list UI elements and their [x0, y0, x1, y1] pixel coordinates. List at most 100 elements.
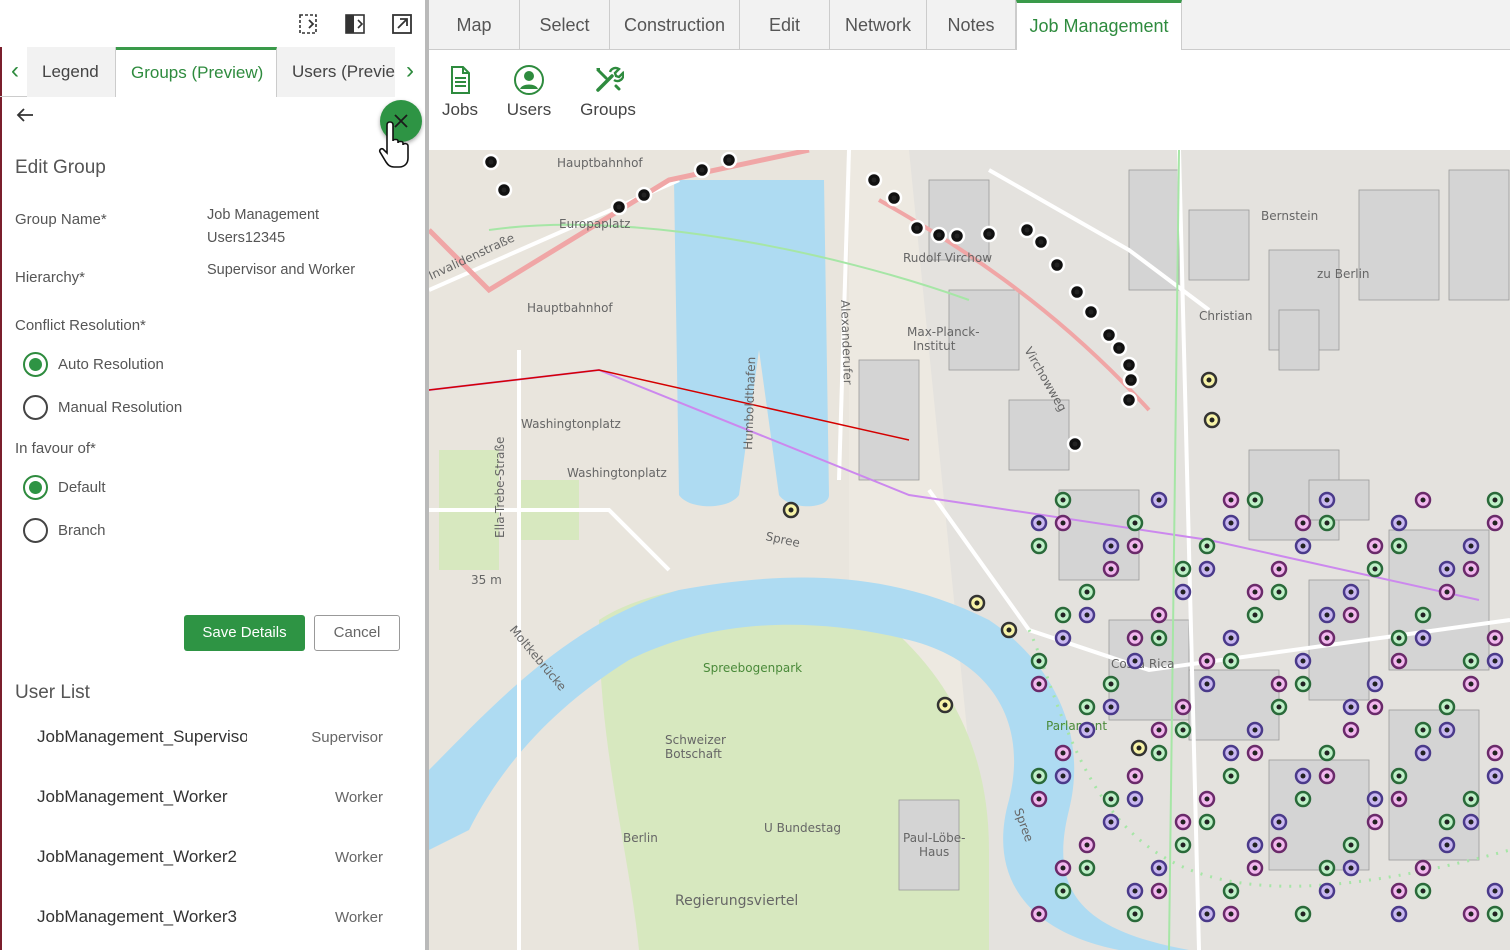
network-point-center	[1492, 497, 1498, 503]
map-canvas[interactable]: Hauptbahnhof Europaplatz Invalidenstraße…	[429, 150, 1510, 950]
network-point-center	[1348, 842, 1354, 848]
network-point-center	[1132, 658, 1138, 664]
network-point-center	[1204, 566, 1210, 572]
user-name: JobManagement_Worker3	[37, 907, 238, 926]
network-point-center	[1300, 773, 1306, 779]
cancel-button[interactable]: Cancel	[314, 615, 400, 651]
split-panel-icon[interactable]	[343, 12, 367, 36]
document-icon	[451, 66, 470, 94]
user-row[interactable]: JobManagement_Worker Worker	[37, 787, 387, 827]
network-point-center	[1228, 750, 1234, 756]
network-point-center	[1072, 441, 1078, 447]
user-row[interactable]: JobManagement_Supervisor Supervisor	[37, 727, 387, 767]
map-label: Christian	[1199, 309, 1253, 323]
map-label: U Bundestag	[764, 821, 841, 835]
network-point-center	[699, 167, 705, 173]
tab-legend[interactable]: Legend	[27, 47, 116, 97]
tab-scroll-right-icon[interactable]: ›	[395, 47, 425, 97]
map-label: Parlament	[1046, 719, 1107, 733]
user-row[interactable]: JobManagement_Worker3 Worker	[37, 907, 387, 947]
tab-job-management[interactable]: Job Management	[1016, 0, 1182, 51]
network-point-center	[1372, 819, 1378, 825]
user-row[interactable]: JobManagement_Worker2 Worker	[37, 847, 387, 887]
map-view[interactable]: Hauptbahnhof Europaplatz Invalidenstraße…	[429, 150, 1510, 950]
network-point-center	[1276, 842, 1282, 848]
network-point-center	[1084, 727, 1090, 733]
tab-map[interactable]: Map	[429, 0, 520, 50]
network-point-center	[1204, 911, 1210, 917]
network-point-center	[1206, 377, 1212, 383]
tab-select[interactable]: Select	[520, 0, 610, 50]
network-point-center	[1036, 658, 1042, 664]
group-name-value: Job Management Users12345	[207, 204, 319, 250]
tab-groups[interactable]: Groups (Preview)	[116, 47, 277, 97]
save-details-button[interactable]: Save Details	[184, 615, 305, 651]
default-label: Default	[58, 479, 106, 496]
default-radio[interactable]	[23, 475, 48, 500]
network-point-center	[1060, 520, 1066, 526]
user-icon	[514, 65, 544, 95]
tab-scroll-left-icon[interactable]: ‹	[0, 47, 30, 97]
network-point-center	[1300, 520, 1306, 526]
map-label: Schweizer	[665, 733, 726, 747]
user-name: JobManagement_Supervisor	[37, 727, 247, 746]
hierarchy-value: Supervisor and Worker	[207, 262, 356, 278]
network-point-center	[1132, 911, 1138, 917]
network-point-center	[1060, 773, 1066, 779]
auto-resolution-radio[interactable]	[23, 352, 48, 377]
network-point-center	[1396, 520, 1402, 526]
network-point-center	[1132, 796, 1138, 802]
network-point-center	[1108, 704, 1114, 710]
users-button[interactable]: Users	[504, 64, 554, 120]
network-point-center	[1468, 819, 1474, 825]
panel-tabs: ‹ Legend Groups (Preview) Users (Preview…	[0, 47, 425, 97]
network-point-center	[1136, 745, 1142, 751]
back-arrow-icon[interactable]	[14, 104, 36, 126]
network-point-center	[1396, 796, 1402, 802]
network-point-center	[1228, 911, 1234, 917]
network-point-center	[1108, 819, 1114, 825]
map-label: Berlin	[623, 831, 658, 845]
dock-panel-icon[interactable]	[296, 12, 320, 36]
network-point-center	[1324, 773, 1330, 779]
network-point-center	[1084, 704, 1090, 710]
network-point-center	[1204, 681, 1210, 687]
network-point-center	[1126, 397, 1132, 403]
tab-users[interactable]: Users (Preview)	[277, 47, 397, 97]
network-point-center	[1300, 658, 1306, 664]
network-point-center	[1084, 842, 1090, 848]
tab-notes[interactable]: Notes	[927, 0, 1016, 50]
branch-radio[interactable]	[23, 518, 48, 543]
network-point-center	[1372, 704, 1378, 710]
groups-button[interactable]: Groups	[577, 64, 639, 120]
network-point-center	[1444, 704, 1450, 710]
network-point-center	[1324, 635, 1330, 641]
network-point-center	[1420, 635, 1426, 641]
tab-edit[interactable]: Edit	[740, 0, 830, 50]
network-point-center	[1468, 658, 1474, 664]
network-point-center	[616, 204, 622, 210]
network-point-center	[1252, 865, 1258, 871]
network-point-center	[1468, 681, 1474, 687]
network-point-center	[1228, 635, 1234, 641]
network-point-center	[1252, 497, 1258, 503]
group-name-line2: Users12345	[207, 230, 286, 246]
map-label: Alexanderufer	[838, 300, 855, 385]
network-point-center	[1372, 566, 1378, 572]
network-point-center	[1252, 589, 1258, 595]
user-role: Worker	[334, 849, 383, 866]
jobs-button[interactable]: Jobs	[439, 64, 481, 120]
network-point-center	[1060, 888, 1066, 894]
map-label: Washingtonplatz	[521, 417, 621, 431]
tab-network[interactable]: Network	[830, 0, 927, 50]
network-point-center	[1324, 865, 1330, 871]
network-point-center	[1444, 842, 1450, 848]
tab-construction[interactable]: Construction	[610, 0, 740, 50]
network-point-center	[1108, 681, 1114, 687]
popout-icon[interactable]	[390, 12, 414, 36]
group-name-line1: Job Management	[207, 207, 320, 223]
manual-resolution-radio[interactable]	[23, 395, 48, 420]
network-point-center	[488, 159, 494, 165]
map-label: Haus	[919, 845, 949, 859]
network-point-center	[1276, 681, 1282, 687]
